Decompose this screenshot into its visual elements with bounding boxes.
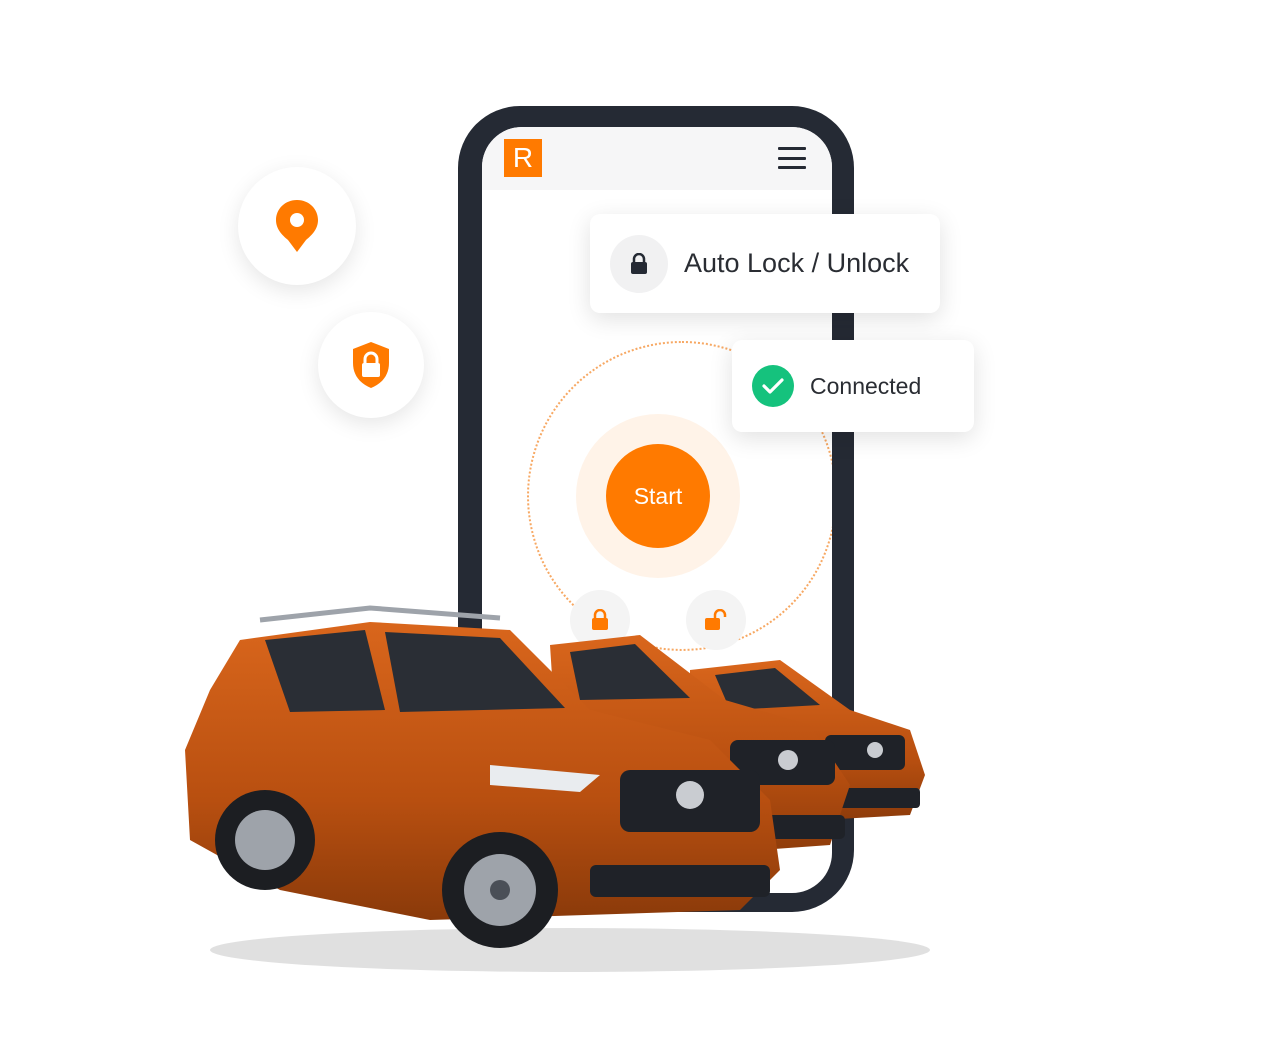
auto-lock-label: Auto Lock / Unlock bbox=[684, 248, 910, 278]
connected-card: Connected bbox=[732, 340, 974, 432]
app-logo[interactable]: R bbox=[504, 139, 542, 177]
location-bubble bbox=[238, 167, 356, 285]
security-bubble bbox=[318, 312, 424, 418]
menu-line bbox=[778, 166, 806, 169]
menu-line bbox=[778, 147, 806, 150]
map-pin-icon bbox=[276, 200, 318, 252]
shield-lock-icon bbox=[353, 342, 389, 388]
cars-illustration bbox=[185, 605, 930, 972]
app-header: R bbox=[482, 127, 832, 190]
connected-label: Connected bbox=[810, 372, 922, 399]
check-icon bbox=[752, 365, 794, 407]
car-front bbox=[185, 605, 780, 948]
lock-icon-circle bbox=[610, 234, 668, 293]
lock-icon bbox=[631, 252, 647, 274]
logo-letter: R bbox=[512, 142, 534, 173]
menu-line bbox=[778, 156, 806, 160]
check-mark bbox=[762, 378, 784, 394]
hamburger-menu-icon[interactable] bbox=[778, 147, 806, 169]
start-button[interactable]: Start bbox=[606, 444, 710, 548]
auto-lock-card[interactable]: Auto Lock / Unlock bbox=[590, 214, 940, 313]
